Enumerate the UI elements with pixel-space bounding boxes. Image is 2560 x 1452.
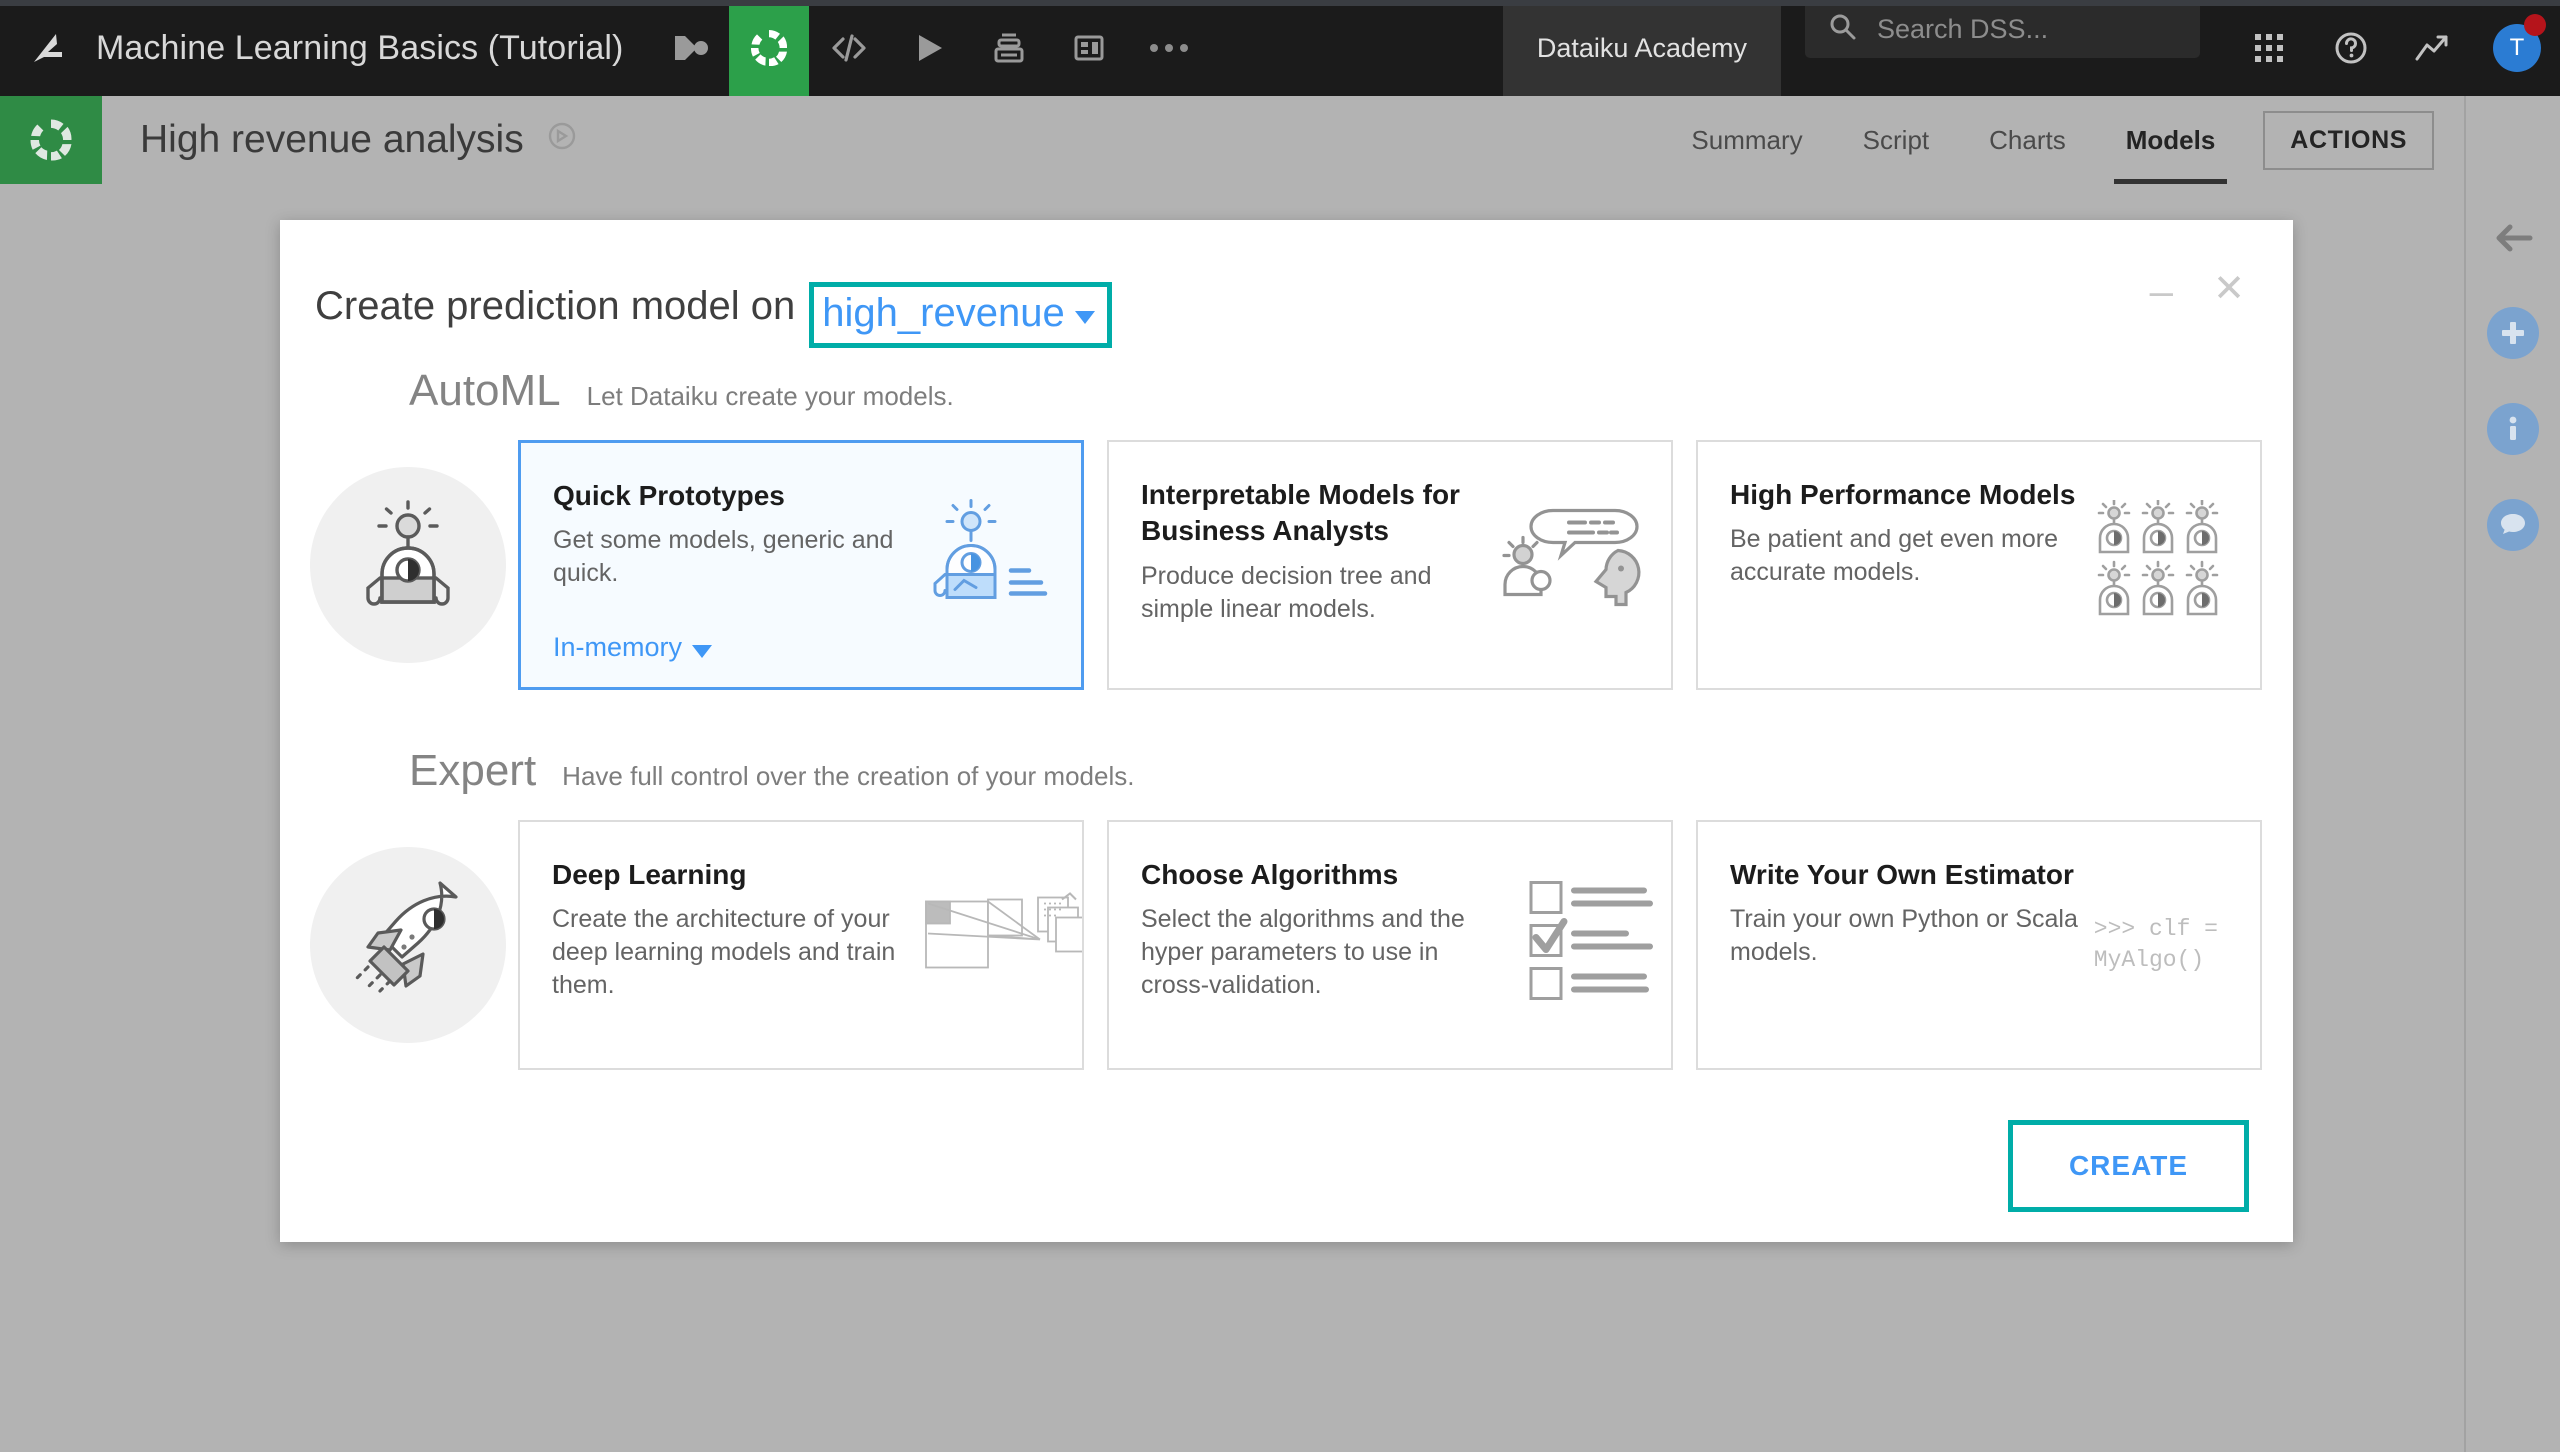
dashboard-icon[interactable]: [1049, 0, 1129, 96]
tab-models-label: Models: [2125, 124, 2216, 155]
code-line-1: >>> clf =: [2093, 915, 2218, 942]
code-icon[interactable]: [809, 0, 889, 96]
modal-footer: CREATE: [2007, 1120, 2249, 1212]
section-subtitle-automl: Let Dataiku create your models.: [586, 381, 954, 411]
automl-cards: Quick Prototypes Get some models, generi…: [518, 440, 2262, 690]
activity-trend-icon[interactable]: [2392, 0, 2474, 96]
card-description: Produce decision tree and simple linear …: [1141, 561, 1432, 623]
automation-icon[interactable]: [969, 0, 1049, 96]
avatar[interactable]: T: [2474, 0, 2560, 96]
info-icon[interactable]: [2487, 403, 2539, 455]
notification-badge: [2524, 14, 2546, 36]
dataiku-bird-logo[interactable]: [0, 0, 96, 96]
create-prediction-model-modal: Create prediction model on high_revenue …: [280, 220, 2293, 1242]
option-card-deep-learning[interactable]: Deep Learning Create the architecture of…: [518, 820, 1084, 1070]
top-navigation-bar: Machine Learning Basics (Tutorial) Datai…: [0, 0, 2560, 96]
subheader-rail-spacer: [2464, 96, 2560, 184]
section-title-automl: AutoML: [409, 366, 561, 415]
in-memory-label: In-memory: [553, 632, 683, 662]
card-title: Interpretable Models for Business Analys…: [1141, 479, 1460, 547]
robot-grid-icon: [2092, 498, 2242, 630]
page-title-wrapper: High revenue analysis: [102, 96, 578, 184]
card-description: Select the algorithms and the hyper para…: [1141, 905, 1465, 1000]
discussion-compass-icon[interactable]: [546, 118, 578, 162]
section-title-expert: Expert: [409, 746, 537, 795]
card-title: Choose Algorithms: [1141, 859, 1399, 890]
card-description: Create the architecture of your deep lea…: [552, 905, 896, 1000]
card-title: Deep Learning: [552, 859, 747, 890]
lab-analysis-icon[interactable]: [0, 96, 102, 184]
card-description: Get some models, generic and quick.: [553, 526, 894, 588]
automl-row: Quick Prototypes Get some models, generi…: [280, 440, 2293, 690]
tab-charts[interactable]: Charts: [1959, 96, 2096, 184]
card-description: Be patient and get even more accurate mo…: [1730, 525, 2059, 587]
card-title: Write Your Own Estimator: [1730, 859, 2074, 890]
tab-models[interactable]: Models: [2096, 96, 2246, 184]
subheader-spacer: [578, 96, 1662, 184]
analysis-header: High revenue analysis Summary Script Cha…: [0, 96, 2560, 184]
jobs-run-icon[interactable]: [889, 0, 969, 96]
search-input[interactable]: [1877, 13, 2178, 45]
tab-charts-label: Charts: [1989, 124, 2066, 155]
option-card-interpretable-models[interactable]: Interpretable Models for Business Analys…: [1107, 440, 1673, 690]
create-button-highlight: CREATE: [2007, 1120, 2249, 1212]
target-variable-dropdown[interactable]: high_revenue: [809, 282, 1112, 348]
chevron-down-icon: [692, 645, 713, 658]
option-card-quick-prototypes[interactable]: Quick Prototypes Get some models, generi…: [518, 440, 1084, 690]
card-title: Quick Prototypes: [553, 480, 785, 511]
section-subtitle-expert: Have full control over the creation of y…: [562, 761, 1135, 791]
tab-summary-label: Summary: [1691, 124, 1803, 155]
robot-lightbulb-icon: [913, 498, 1063, 633]
modal-title-prefix: Create prediction model on: [315, 284, 796, 328]
section-header-expert: Expert Have full control over the creati…: [280, 746, 2293, 796]
analysis-tabs: Summary Script Charts Models: [1661, 96, 2245, 184]
apps-grid-icon[interactable]: [2228, 0, 2310, 96]
option-card-write-your-own-estimator[interactable]: Write Your Own Estimator Train your own …: [1696, 820, 2262, 1070]
tab-summary[interactable]: Summary: [1661, 96, 1832, 184]
lab-icon[interactable]: [729, 0, 810, 96]
expert-row: Deep Learning Create the architecture of…: [280, 820, 2293, 1070]
expert-cards: Deep Learning Create the architecture of…: [518, 820, 2262, 1070]
dataiku-academy-link[interactable]: Dataiku Academy: [1502, 0, 1781, 96]
option-card-choose-algorithms[interactable]: Choose Algorithms Select the algorithms …: [1107, 820, 1673, 1070]
modal-header: Create prediction model on high_revenue …: [280, 220, 2293, 348]
neural-layers-icon: [922, 888, 1082, 1003]
tab-script[interactable]: Script: [1833, 96, 1959, 184]
chevron-down-icon: [1074, 311, 1095, 324]
conversation-heads-icon: [1493, 503, 1653, 628]
tab-script-label: Script: [1862, 124, 1930, 155]
back-arrow-icon[interactable]: [2490, 218, 2536, 263]
flow-icon[interactable]: [649, 0, 729, 96]
search-icon: [1827, 11, 1857, 48]
code-line-2: MyAlgo(): [2093, 947, 2205, 973]
code-snippet-icon: >>> clf = MyAlgo(): [2094, 914, 2218, 976]
search-bar[interactable]: [1805, 0, 2200, 58]
page-title: High revenue analysis: [140, 118, 524, 161]
add-icon[interactable]: [2487, 307, 2539, 359]
option-card-high-performance-models[interactable]: High Performance Models Be patient and g…: [1696, 440, 2262, 690]
checkbox-list-icon: [1528, 878, 1653, 1013]
window-strip: [0, 0, 2560, 6]
in-memory-dropdown[interactable]: In-memory: [553, 632, 713, 663]
project-title: Machine Learning Basics (Tutorial): [96, 28, 624, 67]
help-icon[interactable]: [2310, 0, 2392, 96]
section-header-automl: AutoML Let Dataiku create your models.: [280, 366, 2293, 416]
robot-icon: [310, 467, 506, 663]
discussions-icon[interactable]: [2487, 499, 2539, 551]
card-title: High Performance Models: [1730, 479, 2076, 510]
modal-title: Create prediction model on high_revenue: [315, 275, 1112, 348]
more-icon[interactable]: [1129, 0, 1209, 96]
minimize-button[interactable]: –: [2150, 270, 2173, 312]
target-variable-label: high_revenue: [822, 291, 1065, 335]
card-description: Train your own Python or Scala models.: [1730, 905, 2078, 967]
right-sidebar: [2464, 184, 2560, 1452]
actions-button[interactable]: ACTIONS: [2263, 110, 2434, 170]
rocket-icon: [310, 847, 506, 1043]
close-icon[interactable]: ✕: [2213, 270, 2245, 308]
create-button[interactable]: CREATE: [2012, 1125, 2244, 1207]
